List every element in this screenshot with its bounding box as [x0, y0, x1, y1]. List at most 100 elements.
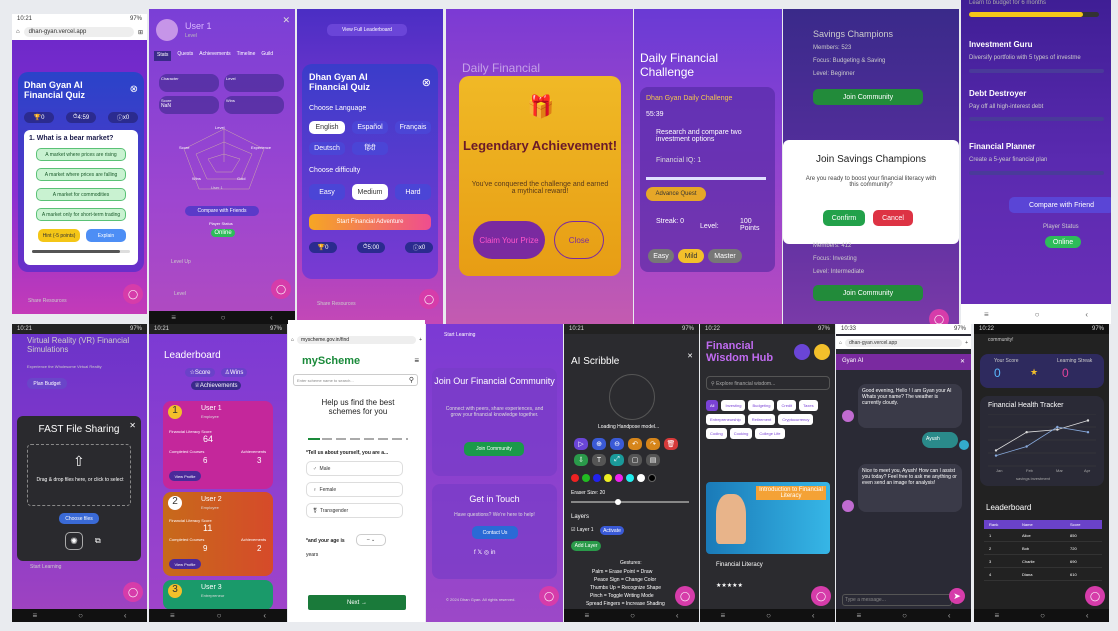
close-icon[interactable]: ⊗ [130, 84, 138, 95]
color-cyan[interactable] [626, 474, 634, 482]
copy-icon[interactable]: ⧉ [95, 536, 101, 546]
close-button[interactable]: Close [554, 221, 604, 259]
mode-easy[interactable]: Easy [648, 249, 674, 263]
answer-option-4[interactable]: A market only for short-term trading [36, 208, 126, 221]
contact-us-button[interactable]: Contact Us [472, 526, 518, 539]
add-layer-button[interactable]: Add Layer [571, 541, 601, 551]
compare-friends-button[interactable]: Compare with Friend [1009, 197, 1111, 213]
scheme-search[interactable]: Enter scheme name to search... ⚲ [293, 374, 418, 386]
shape-icon[interactable]: ▢ [628, 454, 642, 466]
social-icons[interactable]: f 𝕏 ◎ in [474, 549, 495, 556]
start-adventure-button[interactable]: Start Financial Adventure [309, 214, 431, 230]
tag-entrepreneurship[interactable]: Entrepreneurship [706, 414, 745, 425]
tag-retirement[interactable]: Retirement [747, 414, 776, 425]
mode-master[interactable]: Master [708, 249, 742, 263]
avatar[interactable] [794, 344, 810, 360]
lang-francais[interactable]: Français [395, 121, 431, 134]
close-icon[interactable]: ✕ [282, 15, 290, 26]
bg-share-link[interactable]: Share Resources [317, 301, 356, 307]
age-select[interactable]: – ⌄ [356, 534, 386, 546]
send-icon[interactable]: ➤ [949, 588, 965, 604]
chat-icon[interactable]: ◯ [811, 586, 831, 606]
bg-start-link[interactable]: Start Learning [30, 564, 61, 570]
tag-all[interactable]: All [706, 400, 719, 411]
tag-credit[interactable]: Credit [777, 400, 797, 411]
color-red[interactable] [571, 474, 579, 482]
color-black[interactable] [648, 474, 656, 482]
chat-icon[interactable]: ◯ [929, 309, 949, 324]
nav-back-icon[interactable]: ‹ [270, 313, 273, 322]
tabs-icon[interactable]: ⊞ [138, 29, 143, 36]
close-icon[interactable]: ✕ [960, 358, 965, 365]
url-bar[interactable]: dhan-gyan.vercel.app [845, 338, 963, 347]
tag-taxes[interactable]: Taxes [799, 400, 818, 411]
video-card[interactable]: Introduction to Financial Literacy [706, 482, 830, 554]
explain-button[interactable]: Explain [86, 229, 126, 242]
chat-icon[interactable]: ◯ [675, 586, 695, 606]
tag-investing[interactable]: Investing [721, 400, 746, 411]
close-icon[interactable]: ✕ [687, 352, 693, 360]
nav-home-icon[interactable]: ○ [221, 313, 226, 322]
difficulty-easy[interactable]: Easy [309, 184, 345, 200]
nav-home-icon[interactable]: ○ [1035, 310, 1040, 319]
message-input[interactable]: Type a message... [842, 594, 952, 606]
url-bar[interactable]: myscheme.gov.in/find [297, 336, 417, 344]
redo-icon[interactable]: ↷ [646, 438, 660, 450]
answer-option-2[interactable]: A market where prices are falling [36, 168, 126, 181]
color-magenta[interactable] [615, 474, 623, 482]
tab-quests[interactable]: Quests [177, 51, 193, 61]
mode-mild[interactable]: Mild [678, 249, 704, 263]
join-community-button[interactable]: Join Community [813, 89, 923, 105]
cancel-button[interactable]: Cancel [873, 210, 913, 226]
plan-budget-button[interactable]: Plan Budget [27, 378, 67, 389]
bg-share-link[interactable]: Share Resources [28, 298, 67, 304]
tag-crypto[interactable]: Cryptocurrency [778, 414, 814, 425]
gender-female[interactable]: ♀ Female [306, 482, 403, 497]
chat-icon[interactable]: ◯ [123, 284, 143, 304]
url-bar[interactable]: dhan-gyan.vercel.app [23, 27, 134, 37]
start-learning-link[interactable]: Start Learning [444, 332, 475, 338]
lang-hindi[interactable]: हिंदी [352, 142, 388, 155]
wisdom-search[interactable]: ⚲ Explore financial wisdom... [706, 376, 830, 390]
zoom-in-icon[interactable]: ⊕ [592, 438, 606, 450]
tab-timeline[interactable]: Timeline [237, 51, 256, 61]
color-white[interactable] [637, 474, 645, 482]
tab-achievements[interactable]: ♕ Achievements [191, 381, 241, 390]
close-icon[interactable]: ✕ [129, 421, 136, 430]
nav-back-icon[interactable]: ‹ [1085, 310, 1088, 319]
answer-option-3[interactable]: A market for commodities [36, 188, 126, 201]
close-icon[interactable]: ⊗ [422, 76, 431, 89]
tab-achievements[interactable]: Achievements [199, 51, 230, 61]
layer-icon[interactable]: ▤ [646, 454, 660, 466]
lang-english[interactable]: English [309, 121, 345, 134]
difficulty-hard[interactable]: Hard [395, 184, 431, 200]
hamburger-icon[interactable]: ≡ [414, 356, 419, 365]
color-blue[interactable] [593, 474, 601, 482]
settings-icon[interactable]: ✺ [65, 532, 83, 550]
home-icon[interactable]: ⌂ [16, 29, 20, 35]
join-community-button[interactable]: Join Community [464, 442, 524, 456]
undo-icon[interactable]: ↶ [628, 438, 642, 450]
nav-menu-icon[interactable]: ≡ [984, 310, 989, 319]
tag-cooking[interactable]: Cooking [729, 428, 753, 439]
tab-stats[interactable]: Stats [154, 51, 172, 61]
theme-toggle-icon[interactable] [814, 344, 830, 360]
tab-guild[interactable]: Guild [261, 51, 273, 61]
eraser-slider[interactable] [571, 499, 689, 505]
expand-icon[interactable]: ⤢ [610, 454, 624, 466]
layer-1[interactable]: ☑ Layer 1 [571, 527, 594, 533]
next-button[interactable]: Next → [308, 595, 406, 610]
color-yellow[interactable] [604, 474, 612, 482]
view-profile-button[interactable]: View Profile [169, 471, 201, 481]
activate-button[interactable]: Activate [600, 526, 624, 535]
lang-espanol[interactable]: Español [352, 121, 388, 134]
gender-transgender[interactable]: ⚧ Transgender [306, 503, 403, 518]
chat-icon[interactable]: ◯ [123, 582, 143, 602]
hint-button[interactable]: Hint (-5 points) [38, 229, 80, 242]
join-community-button-2[interactable]: Join Community [813, 285, 923, 301]
nav-menu-icon[interactable]: ≡ [171, 313, 176, 322]
chat-icon[interactable]: ◯ [539, 586, 559, 606]
confirm-button[interactable]: Confirm [823, 210, 865, 226]
chat-icon[interactable]: ◯ [1085, 586, 1105, 606]
chat-icon[interactable]: ◯ [271, 279, 291, 299]
